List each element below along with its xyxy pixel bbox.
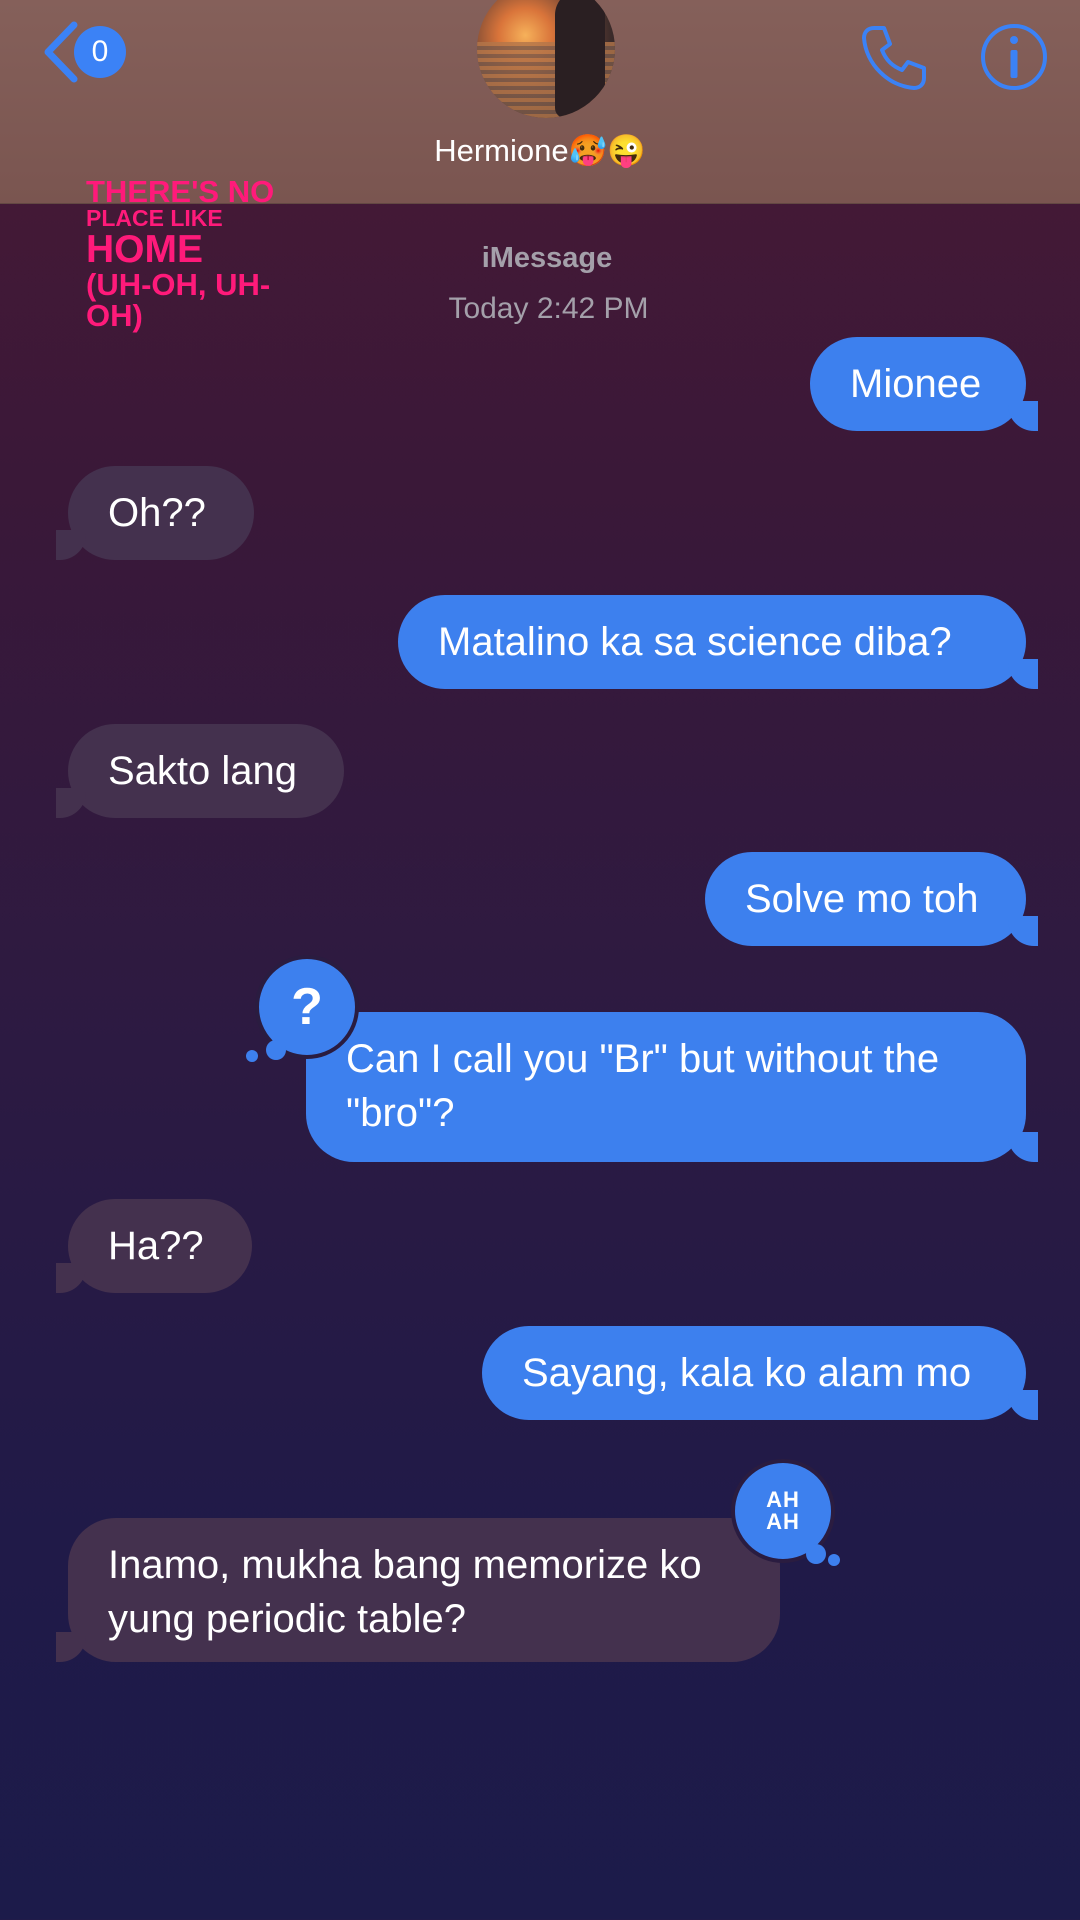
tapback-tail (806, 1544, 826, 1564)
incoming-message-bubble[interactable]: Inamo, mukha bang memorize ko yung perio… (56, 1518, 780, 1662)
haha-icon: AH AH (766, 1489, 800, 1533)
tapback-tail (828, 1554, 840, 1566)
lyric-line: PLACE LIKE (86, 205, 223, 231)
outgoing-message-bubble[interactable]: Can I call you "Br" but without the "bro… (306, 1012, 1038, 1162)
message-text: Ha?? (108, 1224, 204, 1268)
message-text: Matalino ka sa science diba? (438, 620, 952, 664)
question-mark-icon: ? (291, 978, 323, 1036)
back-button[interactable]: 0 (40, 18, 126, 86)
incoming-message-bubble[interactable]: Ha?? (56, 1199, 252, 1293)
message-text: Can I call you "Br" but without the "bro… (346, 1037, 940, 1135)
outgoing-message-bubble[interactable]: Solve mo toh (705, 852, 1038, 946)
message-text: Sayang, kala ko alam mo (522, 1351, 972, 1395)
message-text: Inamo, mukha bang memorize ko yung perio… (108, 1543, 702, 1641)
info-icon[interactable] (979, 20, 1049, 94)
outgoing-message-bubble[interactable]: Sayang, kala ko alam mo (482, 1326, 1038, 1420)
tapback-tail (266, 1040, 286, 1060)
lyric-line: THERE'S NO (86, 174, 275, 209)
unread-count-badge: 0 (74, 26, 126, 78)
haha-top-label: AH (766, 1487, 800, 1512)
message-text: Sakto lang (108, 749, 298, 793)
outgoing-message-bubble[interactable]: Matalino ka sa science diba? (398, 595, 1038, 689)
message-text: Mionee (850, 362, 982, 406)
incoming-message-bubble[interactable]: Oh?? (56, 466, 254, 560)
message-text: Solve mo toh (745, 877, 979, 921)
haha-bottom-label: AH (766, 1509, 800, 1534)
message-timestamp: Today 2:42 PM (448, 292, 649, 325)
contact-avatar[interactable] (477, 0, 615, 118)
phone-icon[interactable] (856, 20, 932, 96)
message-text: Oh?? (108, 491, 206, 535)
contact-name[interactable]: Hermione🥵😜 (0, 132, 1080, 169)
incoming-message-bubble[interactable]: Sakto lang (56, 724, 344, 818)
tapback-tail (246, 1050, 258, 1062)
service-label: iMessage (481, 242, 613, 274)
outgoing-message-bubble[interactable]: Mionee (810, 337, 1038, 431)
